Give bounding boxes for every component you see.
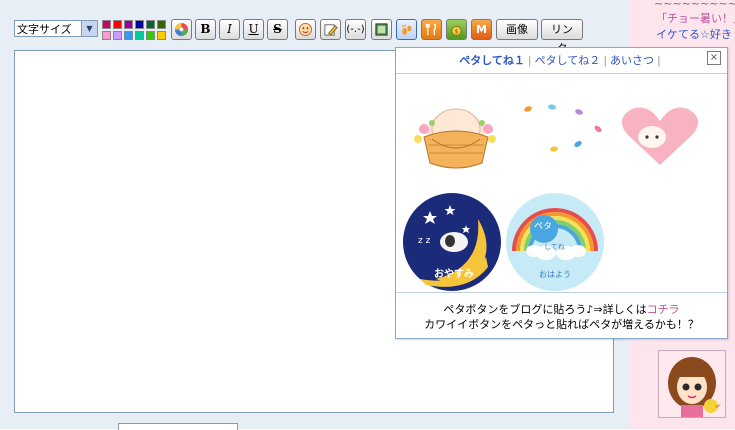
editor-toolbar: 文字サイズ ▼ B I U S (-.-) $ M 画像 リン — [14, 18, 614, 55]
emoticon-icon: (-.-) — [346, 24, 365, 35]
underline-button[interactable]: U — [243, 19, 264, 40]
avatar-girl-icon — [659, 351, 725, 417]
popup-divider — [396, 73, 727, 74]
emoticon-button[interactable]: (-.-) — [345, 19, 366, 40]
popup-tabs: ペタしてね１ | ペタしてね２ | あいさつ | — [396, 52, 727, 68]
tab-separator: | — [527, 54, 532, 67]
svg-text:z z: z z — [418, 236, 431, 246]
food-button[interactable] — [421, 19, 442, 40]
money-button[interactable]: $ — [446, 19, 467, 40]
sidebar-text-line2: イケてる☆好き — [656, 28, 732, 41]
popup-divider — [396, 292, 727, 293]
fork-knife-icon — [425, 23, 437, 36]
emoji-button[interactable] — [295, 19, 316, 40]
italic-button[interactable]: I — [219, 19, 240, 40]
footer-link[interactable]: コチラ — [647, 303, 680, 316]
svg-text:$: $ — [454, 27, 458, 35]
media-button[interactable] — [371, 19, 392, 40]
font-size-select-value: 文字サイズ — [17, 23, 72, 36]
footer-line-1: ペタボタンをブログに貼ろう♪⇒詳しくはコチラ — [396, 302, 727, 317]
color-palette-button[interactable] — [171, 19, 192, 40]
color-swatch[interactable] — [124, 31, 133, 40]
stamp-heart[interactable] — [621, 107, 699, 166]
m-plus-icon: M — [476, 23, 487, 36]
stamp-grid: z z おやすみ ペタ してね おはよう — [403, 104, 699, 291]
bold-button[interactable]: B — [195, 19, 216, 40]
color-swatch[interactable] — [146, 20, 155, 29]
tab-greeting[interactable]: あいさつ — [610, 52, 654, 68]
tab-peta-1[interactable]: ペタしてね１ — [459, 52, 525, 68]
footprint-icon — [402, 24, 412, 35]
color-swatch[interactable] — [157, 20, 166, 29]
popup-footer: ペタボタンをブログに貼ろう♪⇒詳しくはコチラ カワイイボタンをペタっと貼ればペタ… — [396, 302, 727, 332]
stamp-oyasumi[interactable]: z z おやすみ — [403, 193, 501, 291]
stamp-ohayou-text: おはよう — [539, 270, 571, 279]
music-button[interactable]: M — [471, 19, 492, 40]
sidebar-top-text: ~~~~~~~~~ — [654, 0, 735, 10]
film-icon — [375, 23, 388, 36]
color-swatch[interactable] — [102, 20, 111, 29]
strikethrough-button[interactable]: S — [267, 19, 288, 40]
stamp-shitene-text: してね — [544, 243, 565, 251]
footer-line-2: カワイイボタンをペタっと貼ればペタが増えるかも！？ — [424, 318, 699, 331]
tab-separator: | — [657, 54, 661, 67]
color-swatch[interactable] — [124, 20, 133, 29]
color-wheel-icon — [174, 22, 189, 37]
stamp-basket-baby[interactable] — [414, 108, 496, 169]
stamp-oyasumi-text: おやすみ — [434, 268, 474, 280]
stamp-peta-text: ペタ — [534, 221, 552, 232]
close-icon[interactable]: × — [707, 51, 721, 65]
color-swatches — [102, 19, 168, 41]
tab-separator: | — [603, 54, 608, 67]
peta-button[interactable] — [396, 19, 417, 40]
color-swatch[interactable] — [146, 31, 155, 40]
chevron-down-icon[interactable]: ▼ — [81, 21, 97, 36]
avatar[interactable] — [658, 350, 726, 418]
peta-popup: ペタしてね１ | ペタしてね２ | あいさつ | × z z おやすみ ペタ し… — [395, 47, 728, 339]
money-bag-icon: $ — [451, 25, 462, 37]
sidebar-text-line1: 「チョー暑い！」 — [656, 12, 735, 25]
color-swatch[interactable] — [157, 31, 166, 40]
link-button[interactable]: リンク — [541, 19, 583, 55]
pencil-icon — [324, 24, 338, 36]
font-size-select[interactable]: 文字サイズ ▼ — [14, 20, 98, 37]
edit-button[interactable] — [320, 19, 341, 40]
tab-peta-2[interactable]: ペタしてね２ — [535, 52, 601, 68]
color-swatch[interactable] — [113, 31, 122, 40]
color-swatch[interactable] — [135, 31, 144, 40]
color-swatch[interactable] — [113, 20, 122, 29]
color-swatch[interactable] — [102, 31, 111, 40]
stamp-footprints[interactable] — [523, 104, 602, 152]
color-swatch[interactable] — [135, 20, 144, 29]
stamp-ohayou[interactable]: ペタ してね おはよう — [506, 193, 604, 291]
smiley-icon — [298, 22, 313, 37]
image-button[interactable]: 画像 — [496, 19, 538, 40]
footer-line-1-text: ペタボタンをブログに貼ろう♪⇒詳しくは — [443, 303, 647, 316]
